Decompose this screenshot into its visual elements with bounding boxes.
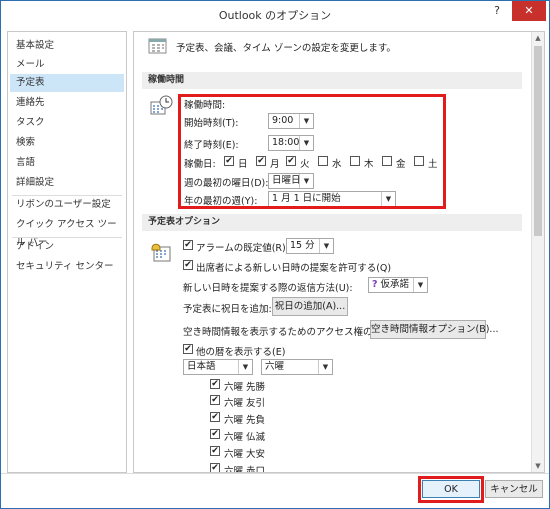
help-button[interactable]: ? (485, 1, 509, 21)
alt-calendar-type-value: 六曜 (265, 361, 285, 372)
sidebar-item-tasks[interactable]: タスク (10, 114, 124, 132)
window-title: Outlook のオプション (218, 9, 332, 22)
rokuyo-label: 六曜 先勝 (224, 382, 266, 393)
chevron-down-icon: ▼ (413, 278, 427, 292)
sidebar-item-search[interactable]: 検索 (10, 134, 124, 152)
calendar-intro-text: 予定表、会議、タイム ゾーンの設定を変更します。 (176, 43, 396, 54)
rokuyo-checkbox[interactable]: ✔ (210, 379, 220, 389)
reply-method-value: 仮承諾 (380, 279, 410, 290)
sidebar-item-trust-center[interactable]: セキュリティ センター (10, 258, 124, 276)
rokuyo-checkbox[interactable]: ✔ (210, 412, 220, 422)
options-window: Outlook のオプション ? ✕ 基本設定 メール 予定表 連絡先 タスク … (0, 0, 550, 509)
sidebar-item-addins[interactable]: アドイン (10, 238, 124, 256)
propose-time-checkbox[interactable]: ✔ (183, 260, 193, 270)
alarm-checkbox[interactable]: ✔ (183, 240, 193, 250)
alarm-select[interactable]: 15 分 ▼ (286, 238, 334, 254)
freebusy-label: 空き時間情報を表示するためのアクセス権の変更: (183, 327, 395, 338)
highlight-box-work-time (178, 94, 446, 209)
rokuyo-label: 六曜 先負 (224, 415, 266, 426)
alt-calendar-language-value: 日本語 (187, 361, 216, 372)
highlight-box-ok (418, 476, 484, 503)
sidebar-item-general[interactable]: 基本設定 (10, 37, 124, 55)
sidebar-item-calendar[interactable]: 予定表 (10, 74, 124, 92)
alt-calendar-type-select[interactable]: 六曜 ▼ (261, 359, 333, 375)
alarm-value: 15 分 (290, 240, 315, 251)
sidebar-item-contacts[interactable]: 連絡先 (10, 94, 124, 112)
chevron-down-icon: ▼ (319, 239, 333, 253)
rokuyo-label: 六曜 仏滅 (224, 432, 266, 443)
options-content: 予定表、会議、タイム ゾーンの設定を変更します。 稼働時間 稼働時間: 開始時刻… (133, 31, 545, 473)
sidebar-item-mail[interactable]: メール (10, 56, 124, 74)
rokuyo-checkbox[interactable]: ✔ (210, 395, 220, 405)
alarm-label: アラームの既定値(R): (196, 243, 289, 254)
scrollbar-thumb[interactable] (534, 46, 542, 236)
rokuyo-checkbox[interactable]: ✔ (210, 429, 220, 439)
cancel-button[interactable]: キャンセル (485, 480, 543, 498)
alt-calendar-label: 他の暦を表示する(E) (196, 347, 286, 358)
rokuyo-checkbox[interactable]: ✔ (210, 446, 220, 456)
bell-calendar-icon (151, 243, 171, 262)
section-header-calendar-options: 予定表オプション (142, 214, 522, 231)
holiday-label: 予定表に祝日を追加: (183, 304, 272, 315)
rokuyo-label: 六曜 大安 (224, 449, 266, 460)
footer-divider (1, 473, 549, 474)
category-sidebar: 基本設定 メール 予定表 連絡先 タスク 検索 言語 詳細設定 リボンのユーザー… (7, 31, 127, 473)
sidebar-item-customize-ribbon[interactable]: リボンのユーザー設定 (10, 196, 124, 214)
sidebar-item-advanced[interactable]: 詳細設定 (10, 174, 124, 192)
reply-method-select[interactable]: ? 仮承諾 ▼ (368, 277, 428, 293)
clock-calendar-icon (150, 95, 173, 115)
rokuyo-label: 六曜 友引 (224, 398, 266, 409)
close-button[interactable]: ✕ (512, 1, 546, 21)
vertical-scrollbar[interactable]: ▲ ▼ (531, 32, 544, 472)
alt-calendar-checkbox[interactable]: ✔ (183, 344, 193, 354)
scroll-up-icon[interactable]: ▲ (532, 32, 544, 44)
freebusy-options-button[interactable]: 空き時間情報オプション(B)... (370, 320, 499, 339)
question-icon: ? (372, 279, 378, 290)
scroll-down-icon[interactable]: ▼ (532, 460, 544, 472)
propose-time-label: 出席者による新しい日時の提案を許可する(Q) (196, 263, 392, 274)
rokuyo-checkbox[interactable]: ✔ (210, 463, 220, 472)
calendar-settings-icon (148, 38, 167, 54)
add-holidays-button[interactable]: 祝日の追加(A)... (272, 297, 348, 316)
rokuyo-label: 六曜 赤口 (224, 466, 266, 473)
chevron-down-icon: ▼ (238, 360, 252, 374)
sidebar-item-quick-access-toolbar[interactable]: クイック アクセス ツール バー (10, 216, 124, 248)
alt-calendar-language-select[interactable]: 日本語 ▼ (183, 359, 253, 375)
section-header-work-time: 稼働時間 (142, 72, 522, 89)
sidebar-item-language[interactable]: 言語 (10, 154, 124, 172)
reply-method-label: 新しい日時を提案する際の返信方法(U): (183, 283, 353, 294)
chevron-down-icon: ▼ (318, 360, 332, 374)
title-bar: Outlook のオプション ? ✕ (1, 1, 549, 27)
